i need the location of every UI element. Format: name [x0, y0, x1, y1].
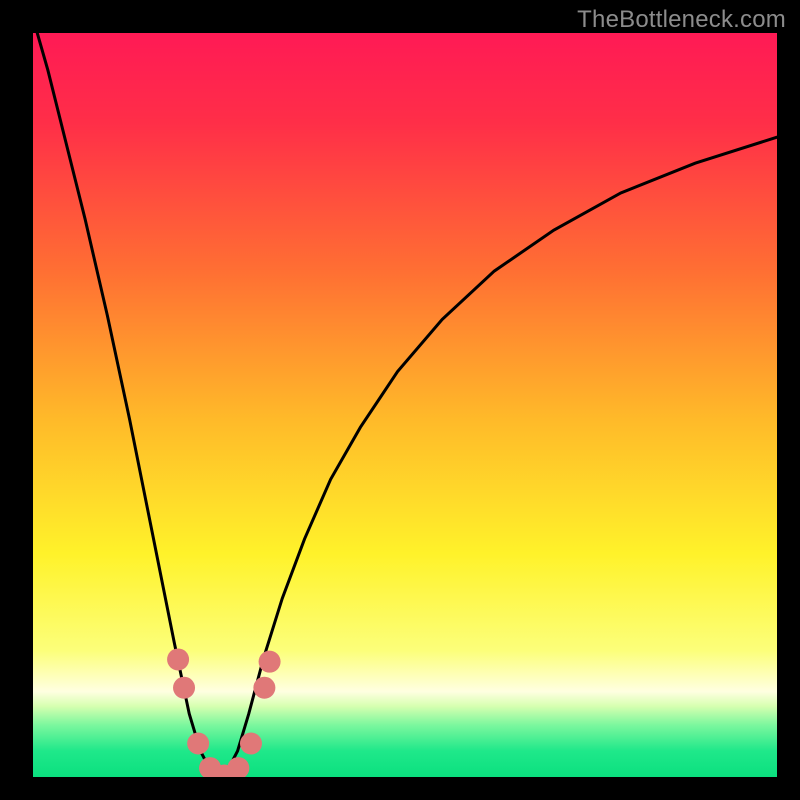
curve-marker	[259, 651, 281, 673]
watermark-label: TheBottleneck.com	[577, 6, 786, 34]
chart-background	[33, 33, 777, 777]
bottleneck-chart	[33, 33, 777, 777]
curve-marker	[253, 677, 275, 699]
chart-frame: TheBottleneck.com	[0, 0, 800, 800]
curve-marker	[187, 733, 209, 755]
curve-marker	[167, 648, 189, 670]
curve-marker	[173, 677, 195, 699]
curve-marker	[240, 733, 262, 755]
